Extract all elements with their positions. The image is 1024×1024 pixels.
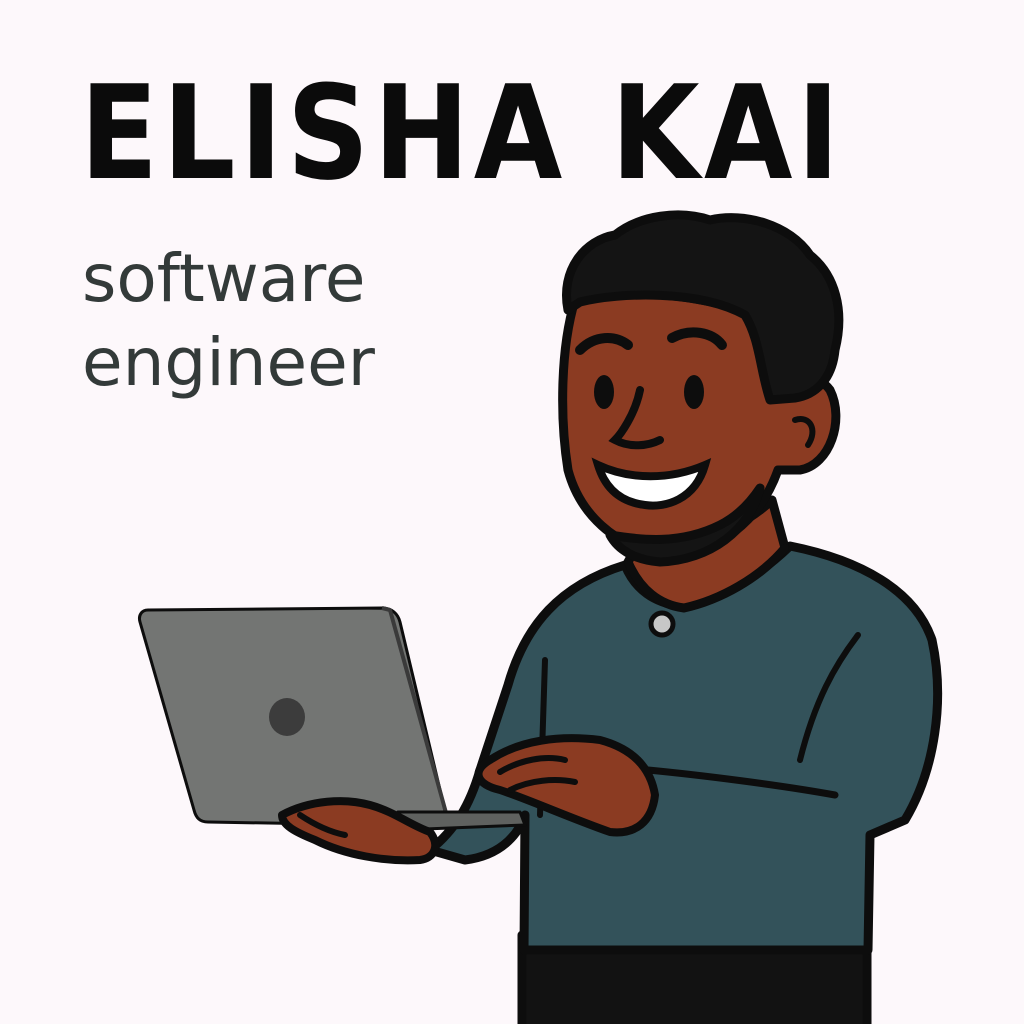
laptop-logo-icon xyxy=(269,698,305,736)
right-eye xyxy=(684,375,704,409)
left-eye xyxy=(594,375,614,409)
person-illustration xyxy=(138,210,943,1024)
collar-button xyxy=(648,610,676,638)
